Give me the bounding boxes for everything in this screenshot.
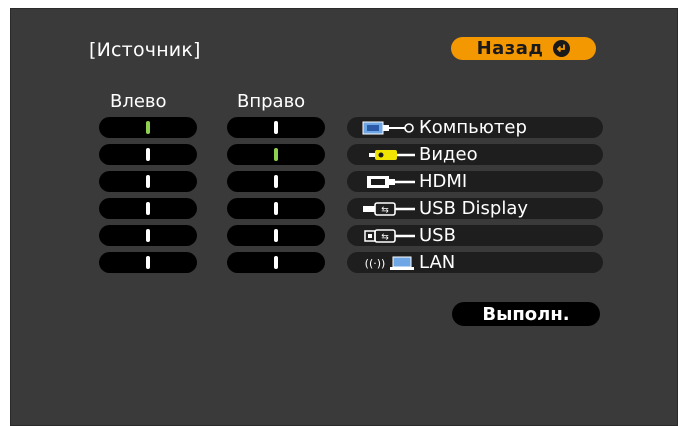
hdmi-cable-icon (359, 173, 417, 191)
slot-indicator (274, 256, 278, 269)
column-header-right: Вправо (237, 91, 306, 112)
source-label: USB Display (419, 198, 529, 219)
page-title: [Источник] (89, 39, 201, 61)
slot-indicator (146, 121, 150, 134)
slot-indicator (146, 175, 150, 188)
source-item-usb[interactable]: ⇆ USB (347, 225, 603, 246)
execute-button-label: Выполн. (482, 303, 570, 325)
back-button-label: Назад (476, 38, 544, 59)
source-label: Компьютер (419, 117, 527, 138)
source-label: Видео (419, 144, 478, 165)
usb-cable-icon: ⇆ (359, 227, 417, 245)
left-slot-3[interactable] (99, 171, 197, 192)
right-slot-6[interactable] (227, 252, 325, 273)
slot-indicator (146, 202, 150, 215)
right-slot-3[interactable] (227, 171, 325, 192)
usb-display-cable-icon: ⇆ (359, 200, 417, 218)
right-slot-4[interactable] (227, 198, 325, 219)
source-item-usb-display[interactable]: ⇆ USB Display (347, 198, 603, 219)
left-slot-6[interactable] (99, 252, 197, 273)
slot-indicator (146, 148, 150, 161)
left-slot-4[interactable] (99, 198, 197, 219)
back-button[interactable]: Назад (451, 37, 596, 60)
enter-icon (553, 40, 571, 57)
column-header-left: Влево (110, 91, 167, 112)
slot-indicator (274, 148, 278, 161)
left-slot-5[interactable] (99, 225, 197, 246)
video-cable-icon (359, 146, 417, 164)
slot-indicator (274, 202, 278, 215)
svg-text:⇆: ⇆ (381, 232, 389, 242)
source-label: HDMI (419, 171, 468, 192)
source-selection-screen: [Источник] Назад Влево Вправо Компьютер … (10, 8, 678, 426)
source-item-hdmi[interactable]: HDMI (347, 171, 603, 192)
source-item-video[interactable]: Видео (347, 144, 603, 165)
right-slot-5[interactable] (227, 225, 325, 246)
slot-indicator (274, 121, 278, 134)
right-slot-2[interactable] (227, 144, 325, 165)
right-slot-1[interactable] (227, 117, 325, 138)
source-label: USB (419, 225, 456, 246)
source-item-lan[interactable]: ((·)) LAN (347, 252, 603, 273)
source-label: LAN (419, 252, 456, 273)
execute-button[interactable]: Выполн. (452, 302, 600, 326)
computer-cable-icon (359, 119, 417, 137)
left-slot-1[interactable] (99, 117, 197, 138)
slot-indicator (274, 175, 278, 188)
lan-wireless-icon: ((·)) (359, 254, 417, 272)
source-item-computer[interactable]: Компьютер (347, 117, 603, 138)
svg-text:⇆: ⇆ (381, 205, 389, 215)
slot-indicator (274, 229, 278, 242)
left-slot-2[interactable] (99, 144, 197, 165)
svg-text:((·)): ((·)) (365, 257, 386, 270)
slot-indicator (146, 256, 150, 269)
slot-indicator (146, 229, 150, 242)
